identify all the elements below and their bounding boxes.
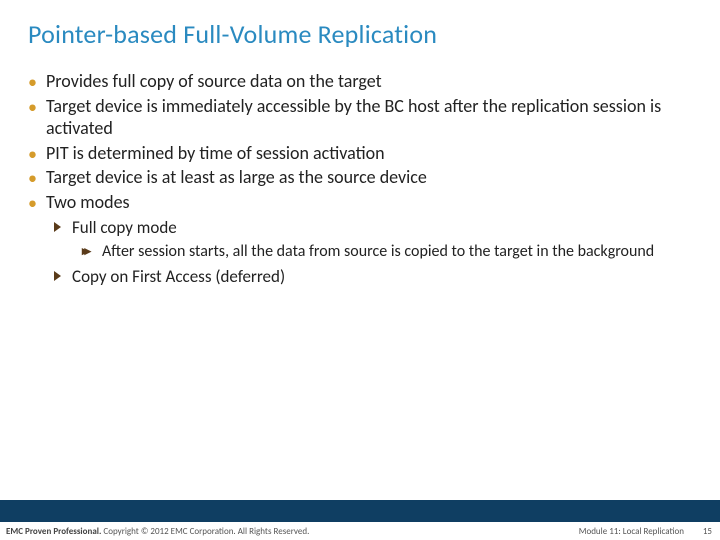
- bullet-item: PIT is determined by time of session act…: [28, 142, 692, 165]
- slide-content: Provides full copy of source data on the…: [0, 50, 720, 288]
- slide: Pointer-based Full-Volume Replication Pr…: [0, 0, 720, 540]
- footer-right: Module 11: Local Replication: [579, 526, 684, 537]
- bullet-item: Provides full copy of source data on the…: [28, 70, 692, 93]
- bullet-item: Target device is at least as large as th…: [28, 166, 692, 189]
- sub-bullet-item: Copy on First Access (deferred): [54, 266, 692, 287]
- bullet-item: Target device is immediately accessible …: [28, 95, 692, 140]
- page-number: 15: [703, 526, 712, 537]
- double-arrow-icon: ▸▸: [82, 244, 87, 260]
- footer-left: EMC Proven Professional. Copyright © 201…: [6, 526, 309, 537]
- footer-bar: [0, 500, 720, 522]
- footer-brand: EMC Proven Professional.: [6, 526, 101, 537]
- footer-copyright: Copyright © 2012 EMC Corporation. All Ri…: [101, 526, 309, 537]
- sub-sub-bullet-item: ▸▸ After session starts, all the data fr…: [82, 242, 692, 262]
- bullet-item: Two modes: [28, 191, 692, 214]
- sub-sub-bullet-text: After session starts, all the data from …: [102, 242, 654, 261]
- sub-bullet-item: Full copy mode: [54, 217, 692, 238]
- slide-title: Pointer-based Full-Volume Replication: [0, 0, 720, 50]
